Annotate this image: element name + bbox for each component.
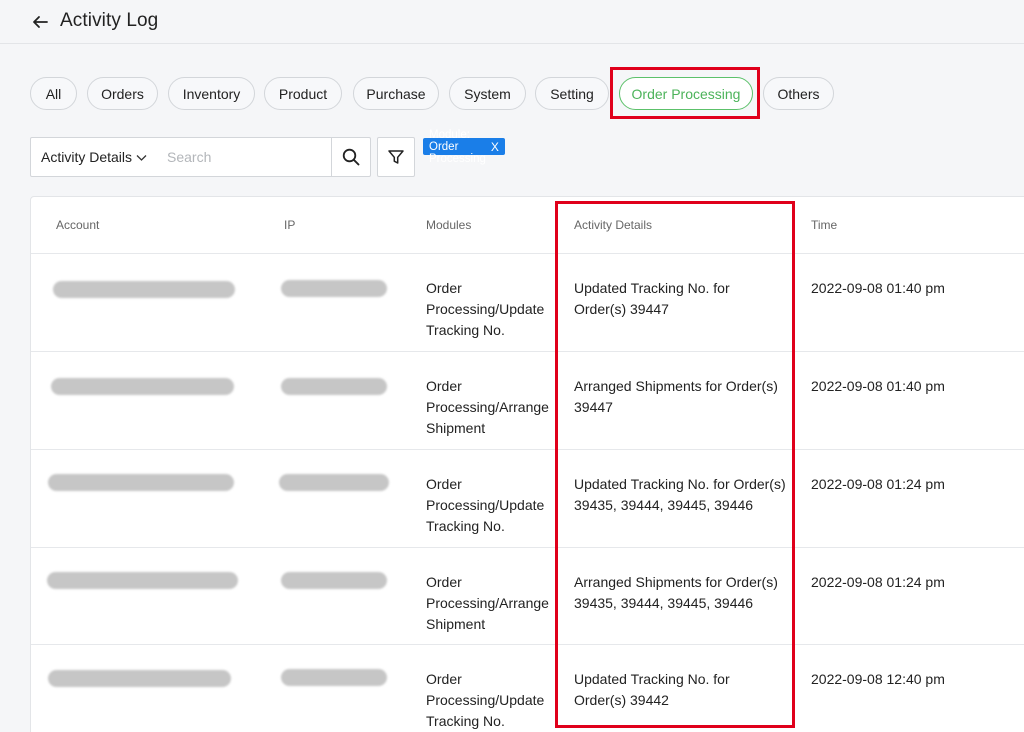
filter-chip-setting[interactable]: Setting	[535, 77, 609, 110]
active-filter-tag: Module: Order Processing X	[423, 129, 505, 165]
search-input[interactable]	[157, 137, 332, 177]
table-row: Order Processing/Arrange Shipment Arrang…	[31, 547, 1024, 645]
column-header-activity-details[interactable]: Activity Details	[574, 218, 652, 232]
column-header-ip[interactable]: IP	[284, 218, 295, 232]
advanced-filter-button[interactable]	[377, 137, 415, 177]
search-icon	[342, 148, 360, 166]
page-header: Activity Log	[0, 0, 1024, 44]
chevron-down-icon	[136, 155, 147, 161]
activity-details-cell: Updated Tracking No. for Order(s) 39447	[574, 280, 730, 317]
filter-chip-orders[interactable]: Orders	[87, 77, 158, 110]
filter-funnel-icon	[388, 150, 404, 164]
filter-chip-all[interactable]: All	[30, 77, 77, 110]
filter-chip-product[interactable]: Product	[264, 77, 342, 110]
account-redacted	[51, 378, 234, 395]
account-redacted	[47, 572, 238, 589]
account-redacted	[48, 474, 234, 491]
time-cell: 2022-09-08 01:24 pm	[811, 574, 945, 590]
ip-redacted	[281, 378, 387, 395]
module-cell: Order Processing/Arrange Shipment	[426, 574, 549, 632]
active-filter-tag-label: Module: Order Processing	[429, 128, 486, 165]
time-cell: 2022-09-08 01:40 pm	[811, 280, 945, 296]
column-header-time[interactable]: Time	[811, 218, 837, 232]
activity-details-cell: Updated Tracking No. for Order(s) 39442	[574, 671, 730, 708]
ip-redacted	[281, 280, 387, 297]
activity-log-table: Account IP Modules Activity Details Time…	[30, 196, 1024, 732]
column-header-modules[interactable]: Modules	[426, 218, 471, 232]
activity-details-cell: Arranged Shipments for Order(s) 39447	[574, 378, 778, 415]
ip-redacted	[279, 474, 389, 491]
table-row: Order Processing/Update Tracking No. Upd…	[31, 644, 1024, 732]
filter-chip-inventory[interactable]: Inventory	[168, 77, 255, 110]
table-row: Order Processing/Arrange Shipment Arrang…	[31, 351, 1024, 449]
time-cell: 2022-09-08 01:24 pm	[811, 476, 945, 492]
module-cell: Order Processing/Update Tracking No.	[426, 671, 545, 729]
table-row: Order Processing/Update Tracking No. Upd…	[31, 253, 1024, 351]
activity-details-cell: Updated Tracking No. for Order(s) 39435,…	[574, 476, 786, 513]
time-cell: 2022-09-08 01:40 pm	[811, 378, 945, 394]
filter-chip-others[interactable]: Others	[763, 77, 834, 110]
account-redacted	[48, 670, 231, 687]
page-title: Activity Log	[60, 10, 159, 31]
tag-remove-icon[interactable]: X	[491, 140, 499, 154]
search-button[interactable]	[331, 137, 371, 177]
ip-redacted	[281, 572, 387, 589]
column-header-account[interactable]: Account	[56, 218, 99, 232]
time-cell: 2022-09-08 12:40 pm	[811, 671, 945, 687]
ip-redacted	[281, 669, 387, 686]
filter-chip-system[interactable]: System	[449, 77, 526, 110]
arrow-left-icon	[33, 16, 48, 28]
activity-details-cell: Arranged Shipments for Order(s) 39435, 3…	[574, 574, 778, 611]
filter-chip-order-processing[interactable]: Order Processing	[619, 77, 753, 110]
module-cell: Order Processing/Update Tracking No.	[426, 476, 545, 534]
module-cell: Order Processing/Arrange Shipment	[426, 378, 549, 436]
search-field-select-value: Activity Details	[41, 149, 133, 165]
module-cell: Order Processing/Update Tracking No.	[426, 280, 545, 338]
back-button[interactable]	[30, 12, 50, 32]
filter-chip-purchase[interactable]: Purchase	[353, 77, 439, 110]
account-redacted	[53, 281, 235, 298]
search-field-select[interactable]: Activity Details	[30, 137, 158, 177]
table-row: Order Processing/Update Tracking No. Upd…	[31, 449, 1024, 547]
